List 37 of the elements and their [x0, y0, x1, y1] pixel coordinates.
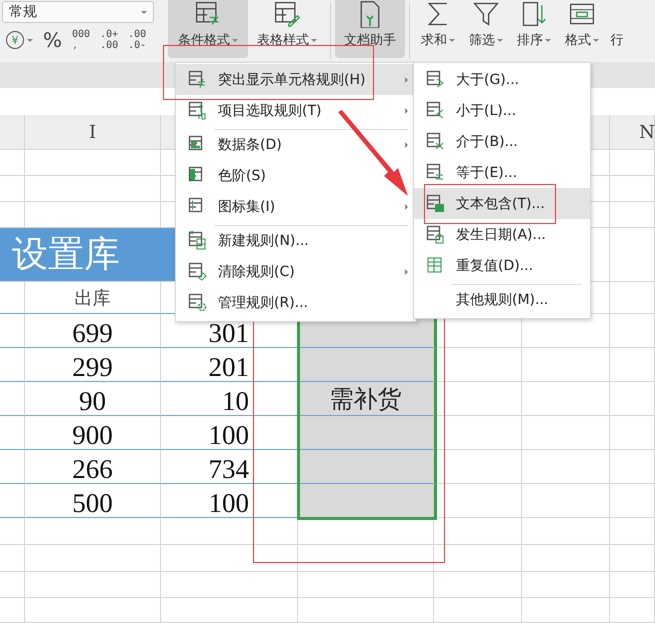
table-cell: 699: [25, 314, 161, 348]
ribbon-tool-button[interactable]: 排序: [510, 0, 558, 58]
menu-item[interactable]: 色阶(S): [176, 160, 416, 191]
ribbon-tool-button[interactable]: 求和: [414, 0, 462, 58]
table-cell: 299: [25, 348, 161, 382]
menu-item[interactable]: 小于(L)...: [414, 95, 590, 126]
table-cell: 266: [25, 450, 161, 484]
table-cell: 100: [161, 416, 298, 450]
ribbon-tool-button[interactable]: 表格样式: [248, 0, 326, 58]
menu-item[interactable]: 介于(B)...: [414, 126, 590, 157]
ribbon-tool-button[interactable]: 筛选: [462, 0, 510, 58]
table-cell: 90: [25, 382, 161, 416]
menu-item[interactable]: 发生日期(A)...: [414, 219, 590, 250]
thousands-separator-button[interactable]: 000 ,: [72, 29, 90, 51]
menu-item[interactable]: 大于(G)...: [414, 64, 590, 95]
menu-item[interactable]: 文本包含(T)...: [414, 188, 590, 219]
table-cell: 734: [161, 450, 298, 484]
column-header[interactable]: N: [610, 115, 655, 150]
decrease-decimal-button[interactable]: .00 .0-: [128, 29, 146, 51]
flagged-cell: 需补货: [298, 382, 434, 416]
menu-item[interactable]: 突出显示单元格规则(H): [176, 64, 416, 95]
percent-button[interactable]: %: [43, 30, 62, 50]
table-cell: 100: [161, 484, 298, 518]
menu-item[interactable]: 等于(E)...: [414, 157, 590, 188]
table-cell: 900: [25, 416, 161, 450]
table-cell: 201: [161, 348, 298, 382]
column-header[interactable]: I: [25, 115, 161, 150]
increase-decimal-button[interactable]: .0+ .00: [100, 29, 118, 51]
menu-item[interactable]: 重复值(D)...: [414, 250, 590, 281]
number-format-dropdown[interactable]: 常规: [2, 1, 154, 23]
ribbon-tool-button[interactable]: 格式: [558, 0, 606, 58]
ribbon-tool-button[interactable]: 条件格式: [168, 0, 248, 58]
column-heading-cell: 出库: [25, 282, 161, 314]
table-cell: 10: [161, 382, 298, 416]
table-cell: 500: [25, 484, 161, 518]
menu-item[interactable]: 图标集(I): [176, 191, 416, 222]
ribbon-tool-button[interactable]: 行: [606, 0, 628, 58]
